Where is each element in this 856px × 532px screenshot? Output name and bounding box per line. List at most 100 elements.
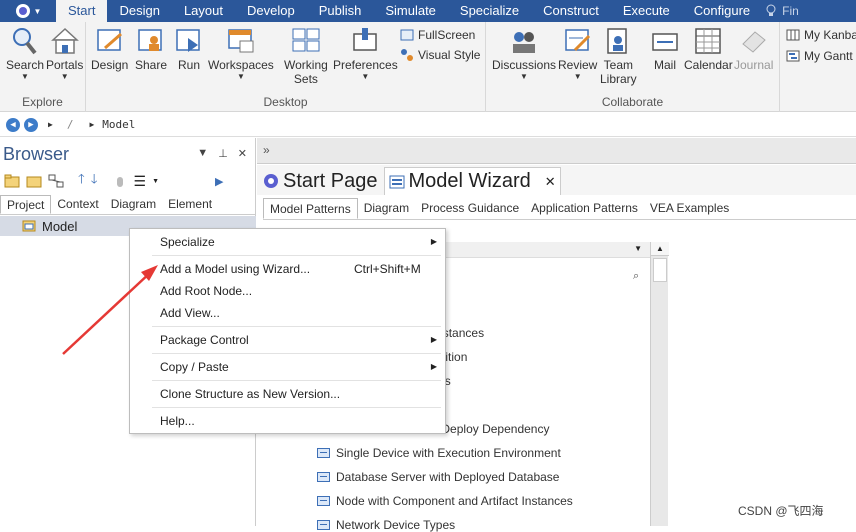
close-icon[interactable]: ✕	[238, 147, 247, 160]
preferences-button[interactable]: Preferences ▼	[333, 26, 398, 82]
search-icon[interactable]: ⌕	[633, 270, 639, 283]
tree-item-label: Model	[42, 218, 78, 234]
menu-item-add-root-node[interactable]: Add Root Node...	[160, 284, 252, 298]
menu-item-package-control[interactable]: Package Control	[160, 333, 249, 347]
new-package-icon[interactable]	[4, 174, 20, 188]
browser-tab-diagram[interactable]: Diagram	[105, 195, 162, 214]
chevron-down-icon[interactable]: ▼	[152, 178, 159, 185]
pattern-item[interactable]: Database Server with Deployed Database	[317, 470, 559, 484]
menu-item-label: Clone Structure as New Version...	[160, 387, 341, 401]
find-command[interactable]: Fin	[766, 4, 799, 18]
tab-publish[interactable]: Publish	[307, 0, 374, 22]
scroll-up-icon[interactable]: ▲	[651, 242, 669, 256]
chevron-right-icon[interactable]: ▶	[89, 120, 94, 129]
hand-icon[interactable]	[112, 174, 128, 188]
working-sets-button[interactable]: Working Sets	[284, 26, 328, 86]
find-label: Fin	[782, 4, 799, 18]
browser-tab-project[interactable]: Project	[0, 195, 52, 214]
pattern-item[interactable]: Node with Component and Artifact Instanc…	[317, 494, 573, 508]
team-library-button[interactable]: Team Library	[600, 26, 637, 86]
menu-item-add-view[interactable]: Add View...	[160, 306, 220, 320]
discussions-button[interactable]: Discussions ▼	[492, 26, 556, 82]
pin-icon[interactable]: ⊥	[218, 147, 228, 160]
workspaces-button[interactable]: Workspaces ▼	[208, 26, 274, 82]
menu-item-add-model-wizard[interactable]: Add a Model using Wizard... Ctrl+Shift+M	[160, 262, 446, 276]
folder-icon[interactable]	[26, 174, 42, 188]
tab-start[interactable]: Start	[56, 0, 108, 22]
team-library-label: Team	[603, 58, 634, 72]
move-up-icon[interactable]: 🡑	[78, 170, 85, 192]
move-down-icon[interactable]: 🡓	[91, 170, 98, 192]
tab-vea-examples[interactable]: VEA Examples	[644, 198, 735, 219]
diagram-icon[interactable]	[48, 174, 64, 188]
context-menu: Specialize ▶ Add a Model using Wizard...…	[129, 228, 446, 434]
breadcrumb-item-model[interactable]: Model	[102, 118, 135, 131]
tab-model-patterns[interactable]: Model Patterns	[263, 198, 358, 219]
my-gantt-button[interactable]: My Gantt	[786, 49, 853, 63]
my-kanban-button[interactable]: My Kanba	[786, 28, 856, 42]
browser-tab-element[interactable]: Element	[162, 195, 218, 214]
portals-button[interactable]: Portals ▼	[46, 26, 83, 82]
design-icon	[95, 26, 125, 56]
tab-simulate[interactable]: Simulate	[373, 0, 448, 22]
tab-execute[interactable]: Execute	[611, 0, 682, 22]
fullscreen-button[interactable]: FullScreen	[400, 28, 475, 42]
menu-item-help[interactable]: Help...	[160, 414, 195, 428]
tab-specialize[interactable]: Specialize	[448, 0, 531, 22]
pattern-item[interactable]: Network Device Types	[317, 518, 455, 532]
tab-develop[interactable]: Develop	[235, 0, 307, 22]
share-button[interactable]: Share	[135, 26, 167, 72]
review-button[interactable]: Review ▼	[558, 26, 597, 82]
design-button[interactable]: Design	[91, 26, 128, 72]
my-gantt-label: My Gantt	[804, 49, 853, 63]
pattern-label: Single Device with Execution Environment	[336, 446, 561, 460]
menu-item-clone-structure[interactable]: Clone Structure as New Version...	[160, 387, 340, 401]
tab-configure[interactable]: Configure	[682, 0, 762, 22]
share-label: Share	[135, 58, 168, 72]
tab-design[interactable]: Design	[107, 0, 171, 22]
tab-layout[interactable]: Layout	[172, 0, 235, 22]
pattern-item[interactable]: Single Device with Execution Environment	[317, 446, 561, 460]
tab-start-page[interactable]: Start Page	[259, 167, 382, 195]
tab-process-guidance[interactable]: Process Guidance	[415, 198, 525, 219]
mail-button[interactable]: Mail	[650, 26, 680, 72]
menu-item-label: Package Control	[160, 333, 249, 347]
menu-item-specialize[interactable]: Specialize	[160, 235, 215, 249]
tab-model-wizard[interactable]: Model Wizard ✕	[383, 167, 561, 195]
chevron-double-right-icon[interactable]: »	[263, 143, 270, 157]
app-logo-icon	[15, 4, 30, 18]
chevron-down-icon[interactable]: ▼	[197, 147, 208, 160]
menu-bar: ▼ Start Design Layout Develop Publish Si…	[0, 0, 856, 22]
menu-item-shortcut: Ctrl+Shift+M	[354, 262, 421, 276]
share-icon	[136, 26, 166, 56]
search-label: Search	[6, 58, 45, 72]
tab-diagram[interactable]: Diagram	[358, 198, 415, 219]
journal-button[interactable]: Journal	[734, 26, 773, 72]
search-button[interactable]: Search ▼	[6, 26, 44, 82]
run-button[interactable]: Run	[174, 26, 204, 72]
browser-tab-context[interactable]: Context	[51, 195, 104, 214]
close-icon[interactable]: ✕	[545, 174, 556, 190]
menu-item-copy-paste[interactable]: Copy / Paste	[160, 360, 229, 374]
tab-application-patterns[interactable]: Application Patterns	[525, 198, 644, 219]
mail-icon	[650, 26, 680, 56]
back-button[interactable]: ◀	[6, 117, 20, 132]
run-label: Run	[177, 58, 200, 72]
visual-style-button[interactable]: Visual Style	[400, 48, 480, 62]
chevron-right-icon[interactable]: ▶	[48, 120, 53, 129]
menu-icon[interactable]: ☰	[134, 173, 147, 190]
scroll-thumb[interactable]	[653, 258, 667, 282]
calendar-button[interactable]: Calendar	[684, 26, 733, 72]
forward-button[interactable]: ▶	[24, 117, 38, 132]
discussions-icon	[509, 26, 539, 56]
visual-style-label: Visual Style	[418, 48, 481, 62]
vertical-scrollbar[interactable]: ▲	[650, 242, 669, 526]
group-label-collaborate: Collaborate	[601, 95, 664, 109]
model-wizard-icon	[389, 175, 405, 188]
play-icon[interactable]: ▶	[215, 175, 223, 188]
journal-label: Journal	[734, 58, 774, 72]
tab-construct[interactable]: Construct	[531, 0, 611, 22]
gantt-icon	[786, 50, 800, 62]
app-logo-button[interactable]: ▼	[0, 0, 56, 22]
ribbon: Search ▼ Portals ▼ Explore Design Share …	[0, 22, 856, 112]
